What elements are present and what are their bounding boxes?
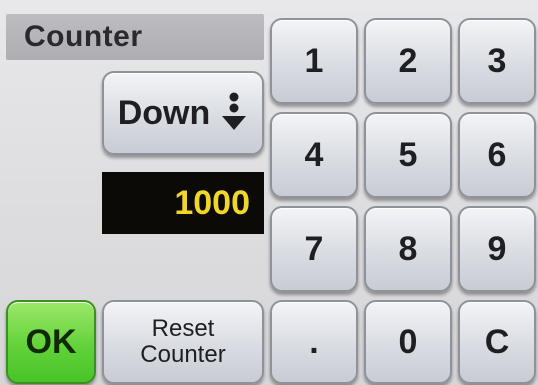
key-clear[interactable]: C <box>458 300 536 384</box>
key-3-label: 3 <box>487 41 507 80</box>
key-clear-label: C <box>484 322 510 361</box>
key-4[interactable]: 4 <box>270 112 358 198</box>
key-5[interactable]: 5 <box>364 112 452 198</box>
reset-counter-label-line2: Counter <box>140 341 226 368</box>
count-direction-button[interactable]: Down <box>102 71 264 155</box>
page-title: Counter <box>24 20 143 53</box>
key-3[interactable]: 3 <box>458 18 536 104</box>
key-decimal-label: . <box>309 322 319 361</box>
key-9-label: 9 <box>487 229 507 268</box>
counter-value: 1000 <box>174 183 250 222</box>
key-1-label: 1 <box>304 41 324 80</box>
key-1[interactable]: 1 <box>270 18 358 104</box>
key-2-label: 2 <box>398 41 418 80</box>
key-7[interactable]: 7 <box>270 206 358 292</box>
key-5-label: 5 <box>398 135 418 174</box>
key-2[interactable]: 2 <box>364 18 452 104</box>
key-7-label: 7 <box>304 229 324 268</box>
key-6[interactable]: 6 <box>458 112 536 198</box>
count-down-icon <box>220 91 248 135</box>
reset-counter-button[interactable]: Reset Counter <box>102 300 264 384</box>
title-bar: Counter <box>6 14 264 60</box>
counter-screen: Counter Down 1000 1 2 3 4 5 6 7 8 9 . 0 … <box>0 0 538 385</box>
key-8[interactable]: 8 <box>364 206 452 292</box>
count-direction-label: Down <box>117 93 211 132</box>
key-decimal[interactable]: . <box>270 300 358 384</box>
key-8-label: 8 <box>398 229 418 268</box>
key-0[interactable]: 0 <box>364 300 452 384</box>
key-4-label: 4 <box>304 135 324 174</box>
reset-counter-label-line1: Reset <box>151 315 215 342</box>
key-9[interactable]: 9 <box>458 206 536 292</box>
ok-button[interactable]: OK <box>6 300 96 384</box>
key-6-label: 6 <box>487 135 507 174</box>
key-0-label: 0 <box>398 322 418 361</box>
ok-button-label: OK <box>25 322 77 361</box>
counter-value-display: 1000 <box>102 172 264 234</box>
